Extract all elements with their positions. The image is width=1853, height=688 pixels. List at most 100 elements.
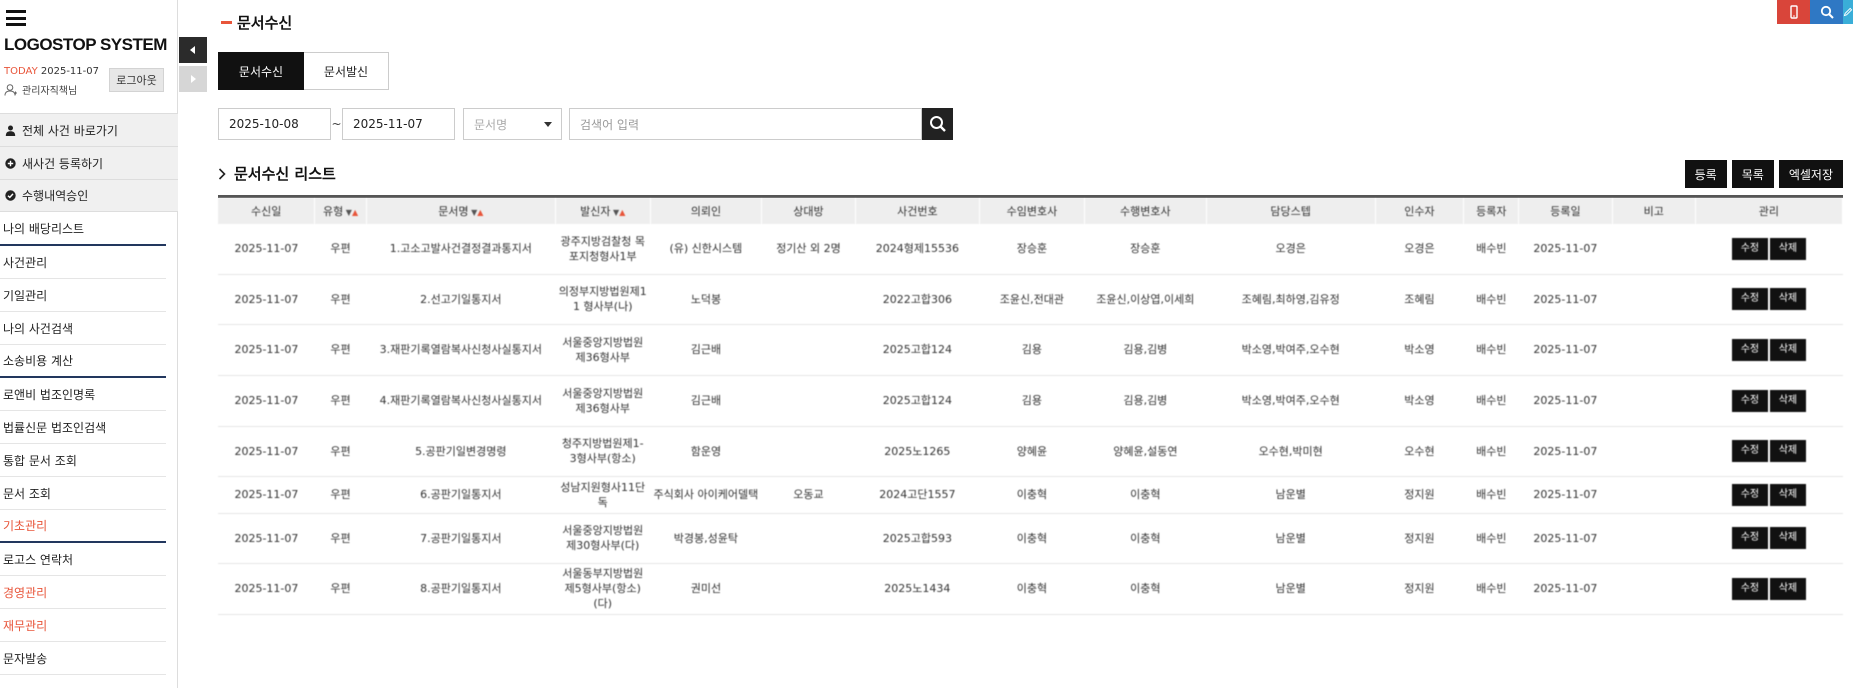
table-header-cell: 인수자 [1375, 198, 1465, 224]
sidebar-item[interactable]: 로앤비 법조인명록 [0, 378, 166, 411]
table-cell: 2025-11-07 [1518, 426, 1613, 477]
search-float-button[interactable] [1810, 0, 1843, 24]
table-cell: 7.공판기일통지서 [366, 513, 556, 564]
row-delete-button[interactable]: 삭제 [1769, 338, 1806, 361]
table-cell: 2025-11-07 [1518, 563, 1613, 615]
row-delete-button[interactable]: 삭제 [1769, 440, 1806, 462]
sidebar-item[interactable]: 로고스 연락처 [0, 543, 166, 576]
sidebar-item[interactable]: 문자발송 [0, 642, 166, 675]
tab-received[interactable]: 문서수신 [218, 52, 304, 90]
table-cell: 김용,김병 [1084, 375, 1207, 427]
row-delete-button[interactable]: 삭제 [1769, 577, 1806, 600]
quick-link-label: 전체 사건 바로가기 [22, 123, 118, 138]
table-cell: 김용,김병 [1084, 324, 1207, 376]
list-button[interactable]: 목록 [1731, 160, 1774, 188]
row-delete-button[interactable]: 삭제 [1769, 237, 1806, 260]
date-from-input[interactable]: 2025-10-08 [218, 108, 331, 140]
sidebar-item[interactable]: 법률신문 법조인검색 [0, 411, 166, 444]
user-name: 관리자직책님 [22, 86, 78, 97]
header-label: 등록일 [1550, 205, 1581, 218]
quick-link-label: 수행내역승인 [22, 189, 89, 203]
table-cell: 조윤신,전대관 [979, 274, 1085, 325]
table-cell: 2025-11-07 [218, 274, 315, 325]
sidebar-item[interactable]: 사건관리 [0, 246, 166, 279]
person-icon [5, 125, 16, 136]
user-info: 관리자직책님 [4, 82, 77, 97]
sidebar-collapse-button[interactable] [179, 37, 207, 63]
edit-icon [1843, 7, 1853, 17]
table-cell: 조혜림,최하영,김유정 [1206, 274, 1376, 325]
quick-link-all-cases[interactable]: 전체 사건 바로가기 [0, 113, 178, 146]
row-delete-button[interactable]: 삭제 [1769, 288, 1806, 310]
table-row: 2025-11-07 우편 7.공판기일통지서 서울중앙지방법원제30형사부(다) 박경… [218, 513, 1843, 564]
register-button[interactable]: 등록 [1684, 160, 1727, 188]
header-label: 수신일 [251, 205, 282, 218]
sidebar-item[interactable]: 나의 사건검색 [0, 312, 166, 345]
row-edit-button[interactable]: 수정 [1731, 527, 1768, 549]
table-cell: 정지원 [1375, 513, 1464, 564]
row-edit-button[interactable]: 수정 [1731, 577, 1768, 600]
sidebar-expand-button[interactable] [179, 66, 207, 92]
table-header-cell[interactable]: 발신자 ▼▲ [555, 198, 651, 224]
table-cell: 2025-11-07 [1518, 324, 1613, 376]
table-cell: 8.공판기일통지서 [366, 563, 556, 615]
table-body: 2025-11-07 우편 1.고소고발사건결정결과통지서 광주지방검찰청 목포지청형… [218, 224, 1843, 615]
doc-tabs: 문서수신 문서발신 [218, 52, 389, 90]
sort-arrows-icon[interactable]: ▼▲ [343, 208, 358, 217]
sidebar-item[interactable]: 나의 배당리스트 [0, 213, 166, 246]
quick-link-approval[interactable]: 수행내역승인 [0, 179, 178, 212]
search-button[interactable] [922, 108, 953, 140]
header-label: 유형 [322, 205, 344, 218]
table-header-cell[interactable]: 문서명 ▼▲ [366, 198, 556, 224]
hamburger-menu-icon[interactable] [6, 10, 26, 26]
sidebar-item[interactable]: 소송비용 계산 [0, 345, 166, 378]
tab-sent[interactable]: 문서발신 [304, 52, 389, 90]
row-delete-button[interactable]: 삭제 [1769, 483, 1806, 506]
row-edit-button[interactable]: 수정 [1731, 338, 1768, 361]
header-label: 담당스텝 [1270, 205, 1311, 218]
keyword-input[interactable]: 검색어 입력 [569, 108, 922, 140]
row-edit-button[interactable]: 수정 [1731, 237, 1768, 260]
excel-save-button[interactable]: 엑셀저장 [1778, 160, 1843, 188]
table-cell: 김용 [979, 375, 1085, 427]
row-delete-button[interactable]: 삭제 [1769, 389, 1806, 412]
table-cell: 김근배 [650, 324, 762, 376]
table-cell: 오경은 [1375, 224, 1464, 275]
table-cell: 의정부지방법원제11 형사부(나) [555, 274, 651, 325]
sidebar-item[interactable]: 기일관리 [0, 279, 166, 312]
table-header-cell[interactable]: 유형 ▼▲ [314, 198, 367, 224]
table-header-cell: 비고 [1612, 198, 1696, 224]
table-cell [761, 513, 856, 564]
sidebar-item[interactable]: 기초관리 [0, 510, 166, 543]
row-edit-button[interactable]: 수정 [1731, 483, 1768, 506]
search-icon [929, 116, 946, 132]
doc-name-select[interactable]: 문서명 [463, 108, 562, 140]
quick-link-new-case[interactable]: 새사건 등록하기 [0, 146, 178, 179]
row-edit-button[interactable]: 수정 [1731, 440, 1768, 462]
brand-title: LOGOSTOP SYSTEM [4, 35, 167, 54]
logout-button[interactable]: 로그아웃 [109, 68, 164, 92]
table-row: 2025-11-07 우편 3.재판기록열람복사신청사실통지서 서울중앙지방법원제36… [218, 324, 1843, 376]
sidebar-item[interactable]: 통합 문서 조회 [0, 444, 166, 477]
table-cell: 양혜윤,설동연 [1084, 426, 1207, 477]
sidebar-item[interactable]: 경영관리 [0, 576, 166, 609]
table-row: 2025-11-07 우편 5.공판기일변경명령 청주지방법원제1-3형사부(항소) 함… [218, 426, 1843, 477]
sort-arrows-icon[interactable]: ▼▲ [610, 208, 625, 217]
sidebar-item[interactable]: 재무관리 [0, 609, 166, 642]
header-label: 사건번호 [897, 205, 938, 218]
row-edit-button[interactable]: 수정 [1731, 288, 1768, 310]
table-cell [761, 324, 856, 376]
sort-arrows-icon[interactable]: ▼▲ [469, 208, 483, 217]
table-cell: 우편 [314, 476, 367, 514]
sidebar-item[interactable]: 문서 조회 [0, 477, 166, 510]
row-edit-button[interactable]: 수정 [1731, 389, 1768, 412]
table-cell: 양혜윤 [979, 426, 1085, 477]
mobile-button[interactable] [1777, 0, 1810, 24]
table-cell [1612, 476, 1696, 514]
edit-float-button[interactable] [1843, 0, 1853, 24]
page-title: 문서수신 [221, 12, 292, 33]
table-cell: 2025-11-07 [1518, 375, 1613, 427]
date-to-input[interactable]: 2025-11-07 [342, 108, 455, 140]
row-delete-button[interactable]: 삭제 [1769, 527, 1806, 549]
table-cell: 노덕봉 [650, 274, 762, 325]
